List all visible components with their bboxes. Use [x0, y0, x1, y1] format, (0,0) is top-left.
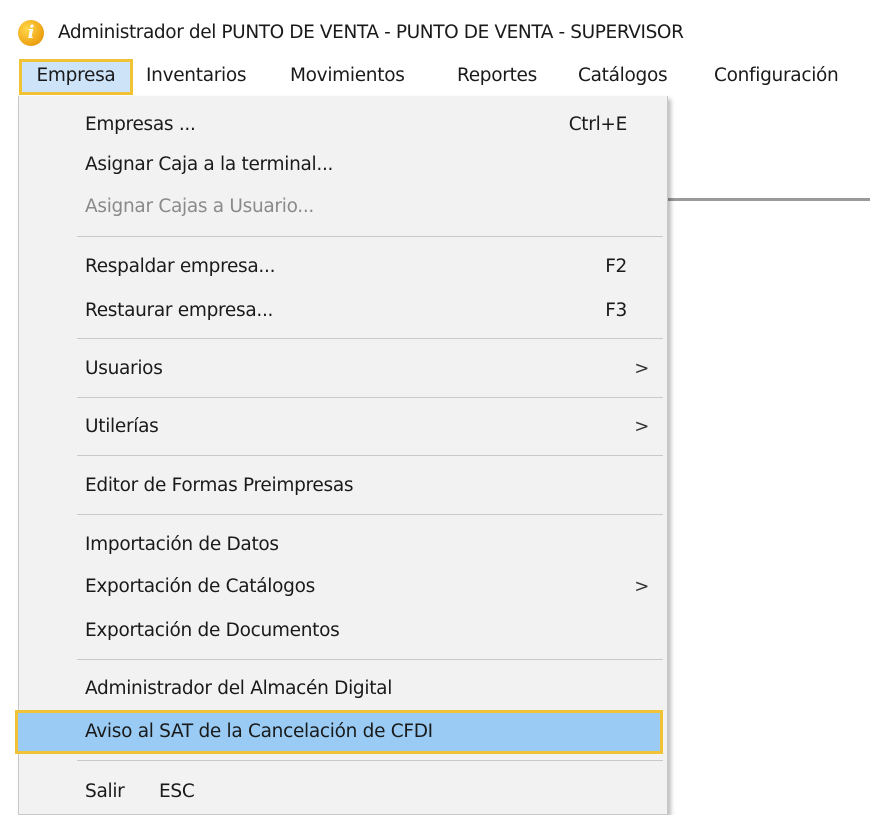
- menu-item-shortcut: Ctrl+E: [568, 114, 628, 135]
- menu-item-label: Administrador del Almacén Digital: [85, 678, 393, 699]
- menu-item-exportacion-catalogos[interactable]: Exportación de Catálogos >: [19, 568, 667, 606]
- menu-item-label: Empresas ...: [85, 114, 196, 135]
- menu-item-label: Asignar Cajas a Usuario...: [85, 196, 315, 217]
- app-i-icon: i: [18, 20, 44, 46]
- menu-item-asignar-caja-terminal[interactable]: Asignar Caja a la terminal...: [19, 146, 667, 184]
- toolbar-divider: [668, 198, 870, 201]
- menu-item-usuarios[interactable]: Usuarios >: [19, 350, 667, 388]
- menu-item-label: Aviso al SAT de la Cancelación de CFDI: [85, 721, 433, 742]
- menu-item-aviso-sat-cancelacion[interactable]: Aviso al SAT de la Cancelación de CFDI: [15, 710, 663, 754]
- menu-item-asignar-cajas-usuario: Asignar Cajas a Usuario...: [19, 188, 667, 226]
- title-bar: i Administrador del PUNTO DE VENTA - PUN…: [0, 0, 870, 58]
- client-area: [668, 96, 870, 814]
- menu-movimientos[interactable]: Movimientos: [290, 59, 405, 93]
- menu-item-label: Exportación de Documentos: [85, 620, 340, 641]
- menu-catalogos[interactable]: Catálogos: [578, 59, 668, 93]
- submenu-arrow-icon: >: [634, 416, 649, 437]
- menu-item-importacion-datos[interactable]: Importación de Datos: [19, 526, 667, 564]
- menu-item-label: Respaldar empresa...: [85, 256, 276, 277]
- menu-item-shortcut: F3: [605, 300, 627, 321]
- menu-separator: [77, 455, 663, 456]
- menu-empresa[interactable]: Empresa: [19, 59, 133, 95]
- submenu-arrow-icon: >: [634, 576, 649, 597]
- menu-configuracion[interactable]: Configuración: [714, 59, 839, 93]
- menu-item-label: Restaurar empresa...: [85, 300, 274, 321]
- menu-item-label: Editor de Formas Preimpresas: [85, 475, 354, 496]
- menu-item-label: Exportación de Catálogos: [85, 576, 315, 597]
- menu-separator: [77, 659, 663, 660]
- menu-item-label: Importación de Datos: [85, 534, 279, 555]
- menu-item-restaurar-empresa[interactable]: Restaurar empresa... F3: [19, 292, 667, 330]
- menu-item-label: Asignar Caja a la terminal...: [85, 154, 334, 175]
- menu-bar: Empresa Inventarios Movimientos Reportes…: [0, 58, 870, 96]
- menu-item-respaldar-empresa[interactable]: Respaldar empresa... F2: [19, 248, 667, 286]
- menu-separator: [77, 236, 663, 237]
- menu-separator: [77, 397, 663, 398]
- menu-reportes[interactable]: Reportes: [457, 59, 537, 93]
- menu-item-empresas[interactable]: Empresas ... Ctrl+E: [19, 106, 667, 144]
- menu-separator: [77, 760, 663, 761]
- menu-item-label: Usuarios: [85, 358, 163, 379]
- empresa-dropdown-menu: Empresas ... Ctrl+E Asignar Caja a la te…: [15, 96, 668, 815]
- menu-item-exportacion-documentos[interactable]: Exportación de Documentos: [19, 612, 667, 650]
- menu-item-label: Salir: [85, 781, 125, 802]
- menu-item-salir[interactable]: Salir ESC: [19, 773, 667, 811]
- submenu-arrow-icon: >: [634, 358, 649, 379]
- menu-item-editor-formas[interactable]: Editor de Formas Preimpresas: [19, 467, 667, 505]
- menu-item-shortcut: F2: [605, 256, 627, 277]
- menu-item-utilerias[interactable]: Utilerías >: [19, 408, 667, 446]
- window-title: Administrador del PUNTO DE VENTA - PUNTO…: [58, 22, 684, 43]
- menu-separator: [77, 514, 663, 515]
- menu-item-shortcut: ESC: [159, 781, 195, 802]
- menu-item-almacen-digital[interactable]: Administrador del Almacén Digital: [19, 670, 667, 708]
- menu-item-label: Utilerías: [85, 416, 159, 437]
- menu-inventarios[interactable]: Inventarios: [146, 59, 247, 93]
- menu-separator: [77, 338, 663, 339]
